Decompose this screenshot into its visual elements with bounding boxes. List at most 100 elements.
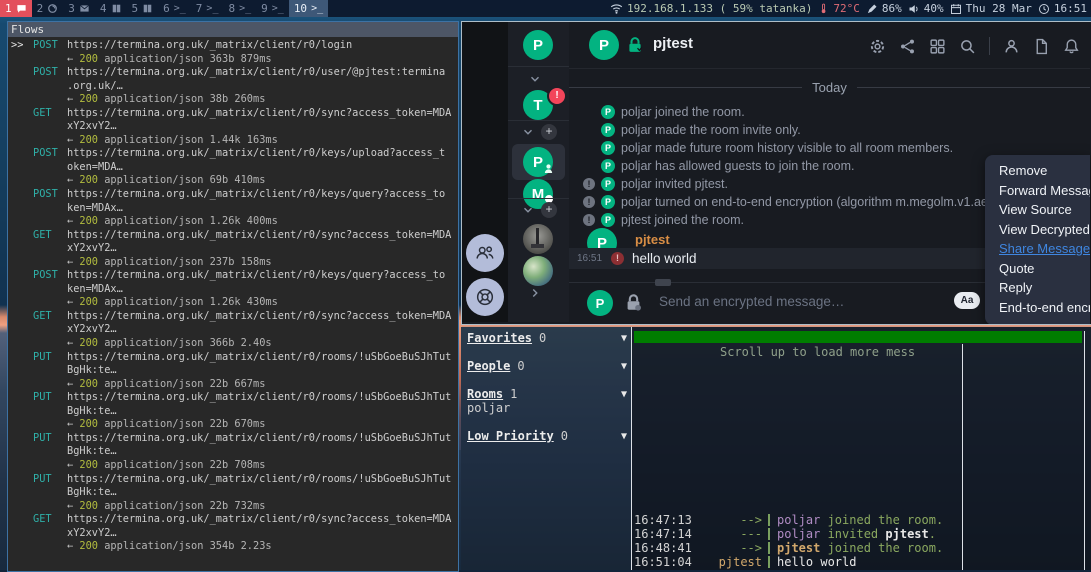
volume-text: 40% xyxy=(924,2,944,15)
workspace-button-2[interactable]: 2 xyxy=(32,0,64,17)
request-url-wrap: xY2xvY2… xyxy=(67,120,117,134)
response-arrow: ← xyxy=(67,296,79,310)
workspace-button-4[interactable]: 4 xyxy=(95,0,127,17)
flow-row[interactable]: GEThttps://termina.org.uk/_matrix/client… xyxy=(8,310,458,351)
chevron-right-icon[interactable] xyxy=(528,286,542,300)
room-avatar-circle xyxy=(523,256,553,286)
selection-marker xyxy=(8,147,33,161)
menu-item-end-to-end-encry[interactable]: End-to-end encry xyxy=(985,298,1090,318)
flow-response-line: ← 200 application/json 22b 670ms xyxy=(8,418,458,432)
flow-row[interactable]: PUThttps://termina.org.uk/_matrix/client… xyxy=(8,351,458,392)
buffer-group-people[interactable]: People0▼ xyxy=(467,359,627,373)
flow-row[interactable]: GEThttps://termina.org.uk/_matrix/client… xyxy=(8,229,458,270)
menu-item-reply[interactable]: Reply xyxy=(985,278,1090,298)
explore-button[interactable] xyxy=(466,278,504,316)
flow-row[interactable]: POSThttps://termina.org.uk/_matrix/clien… xyxy=(8,66,458,107)
flow-row[interactable]: PUThttps://termina.org.uk/_matrix/client… xyxy=(8,391,458,432)
speaker-icon xyxy=(908,3,920,15)
share-icon[interactable] xyxy=(899,38,916,55)
chevron-down-icon[interactable] xyxy=(521,203,535,217)
buffer-group-label: Favorites xyxy=(467,331,532,345)
book-icon xyxy=(111,3,122,14)
search-icon[interactable] xyxy=(959,38,976,55)
workspace-button-7[interactable]: 7>_ xyxy=(191,0,224,17)
selection-marker xyxy=(8,310,33,324)
timeline-state-event: Ppoljar made the room invite only. xyxy=(569,122,1090,138)
selection-marker xyxy=(8,391,33,405)
menu-item-remove[interactable]: Remove xyxy=(985,161,1090,181)
http-method: POST xyxy=(33,269,67,283)
room-header-avatar[interactable]: P xyxy=(589,30,619,60)
response-arrow: ← xyxy=(67,93,79,107)
flow-row[interactable]: GEThttps://termina.org.uk/_matrix/client… xyxy=(8,513,458,554)
state-event-text: poljar has allowed guests to join the ro… xyxy=(621,159,854,173)
room-avatar[interactable] xyxy=(523,224,553,254)
buffer-group-favorites[interactable]: Favorites0▼ xyxy=(467,331,627,345)
buffer-item-poljar[interactable]: poljar xyxy=(467,401,510,415)
workspace-button-1[interactable]: 1 xyxy=(0,0,32,17)
workspace-button-3[interactable]: 3 xyxy=(63,0,95,17)
chat-line: 16:47:14---poljar invited pjtest. xyxy=(634,527,1089,541)
menu-item-forward-message[interactable]: Forward Message xyxy=(985,181,1090,201)
encrypted-room-lock-icon xyxy=(625,35,645,55)
add-room-button[interactable]: + xyxy=(541,124,557,140)
flow-row[interactable]: POSThttps://termina.org.uk/_matrix/clien… xyxy=(8,188,458,229)
flow-row[interactable]: POSThttps://termina.org.uk/_matrix/clien… xyxy=(8,147,458,188)
chevron-down-icon[interactable] xyxy=(528,72,542,86)
buffer-group-rooms[interactable]: Rooms1▼ xyxy=(467,387,627,401)
flow-request-line: GEThttps://termina.org.uk/_matrix/client… xyxy=(8,229,458,243)
room-avatar[interactable] xyxy=(523,256,553,286)
formatting-button[interactable]: Aa xyxy=(954,292,980,309)
chevron-down-icon[interactable] xyxy=(521,125,535,139)
avatar[interactable]: P xyxy=(523,30,553,60)
collapse-triangle-icon[interactable]: ▼ xyxy=(621,431,627,442)
e2e-warning-icon: ! xyxy=(583,196,595,208)
workspace-number: 4 xyxy=(100,2,107,15)
room-avatar[interactable]: P xyxy=(523,147,553,177)
workspace-button-5[interactable]: 5 xyxy=(127,0,159,17)
flow-row[interactable]: POSThttps://termina.org.uk/_matrix/clien… xyxy=(8,269,458,310)
buffer-group-low-priority[interactable]: Low Priority0▼ xyxy=(467,429,627,443)
flow-row[interactable]: GEThttps://termina.org.uk/_matrix/client… xyxy=(8,107,458,148)
composer-input[interactable]: Send an encrypted message… xyxy=(659,294,844,309)
settings-icon[interactable] xyxy=(869,38,886,55)
workspace-button-9[interactable]: 9>_ xyxy=(256,0,289,17)
apps-grid-icon[interactable] xyxy=(929,38,946,55)
request-url: https://termina.org.uk/_matrix/client/r0… xyxy=(67,269,445,283)
menu-item-view-decrypted-s[interactable]: View Decrypted S xyxy=(985,220,1090,240)
file-list-icon[interactable] xyxy=(1033,38,1050,55)
flow-row[interactable]: >>POSThttps://termina.org.uk/_matrix/cli… xyxy=(8,39,458,66)
response-status: 200 xyxy=(79,53,98,67)
flow-row[interactable]: PUThttps://termina.org.uk/_matrix/client… xyxy=(8,432,458,473)
chat-prefix: --> xyxy=(692,541,768,555)
state-event-avatar: P xyxy=(601,141,615,155)
divider-line xyxy=(569,87,802,88)
menu-item-share-message[interactable]: Share Message xyxy=(985,239,1090,259)
prefix-separator xyxy=(768,528,770,540)
composer-handle[interactable] xyxy=(655,279,671,286)
workspace-button-6[interactable]: 6>_ xyxy=(158,0,191,17)
community-people-button[interactable] xyxy=(466,234,504,272)
workspace-button-8[interactable]: 8>_ xyxy=(223,0,256,17)
request-url: https://termina.org.uk/_matrix/client/r0… xyxy=(67,473,451,487)
menu-item-quote[interactable]: Quote xyxy=(985,259,1090,279)
collapse-triangle-icon[interactable]: ▼ xyxy=(621,389,627,400)
notifications-bell-icon[interactable] xyxy=(1063,38,1080,55)
flow-url-wrap-line: ken=MDAx… xyxy=(8,283,458,297)
network-status-text: 192.168.1.133 ( 59% tatanka) xyxy=(627,2,812,15)
room-avatar[interactable]: T! xyxy=(523,90,553,120)
menu-item-view-source[interactable]: View Source xyxy=(985,200,1090,220)
add-room-button[interactable]: + xyxy=(541,202,557,218)
chat-timestamp: 16:47:14 xyxy=(634,527,692,541)
response-meta: application/json 22b 670ms xyxy=(98,418,265,432)
response-status: 200 xyxy=(79,296,98,310)
flow-request-line: PUThttps://termina.org.uk/_matrix/client… xyxy=(8,391,458,405)
workspace-button-10[interactable]: 10>_ xyxy=(289,0,328,17)
brush-icon xyxy=(866,3,878,15)
collapse-triangle-icon[interactable]: ▼ xyxy=(621,361,627,372)
http-method: GET xyxy=(33,513,67,527)
monument-shape xyxy=(536,228,539,245)
member-list-icon[interactable] xyxy=(1003,38,1020,55)
flow-row[interactable]: PUThttps://termina.org.uk/_matrix/client… xyxy=(8,473,458,514)
collapse-triangle-icon[interactable]: ▼ xyxy=(621,333,627,344)
